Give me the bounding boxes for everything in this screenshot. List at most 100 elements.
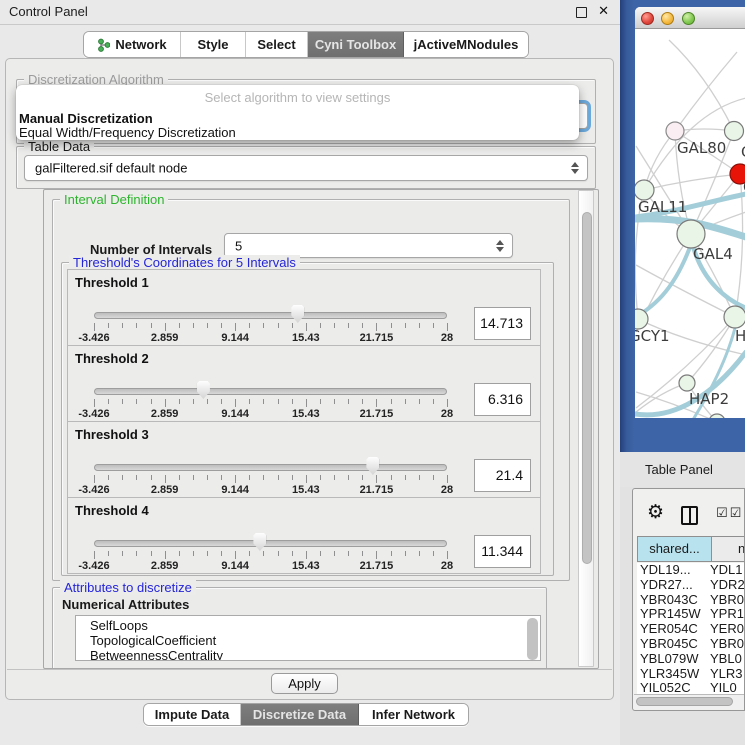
slider-track[interactable] <box>94 464 447 471</box>
attribute-list-item[interactable]: SelfLoops <box>76 618 540 633</box>
cell-name[interactable]: YLR3 <box>707 667 743 682</box>
split-columns-icon[interactable] <box>681 506 698 525</box>
cell-shared-name[interactable]: YBL079W <box>637 652 707 667</box>
tab-impute-data[interactable]: Impute Data <box>144 704 241 725</box>
slider-tick <box>405 323 406 328</box>
table-row[interactable]: YBR045CYBR0 <box>637 637 745 652</box>
apply-button[interactable]: Apply <box>271 673 338 694</box>
table-data-combobox[interactable]: galFiltered.sif default node <box>24 155 588 181</box>
cell-name[interactable]: YBL0 <box>707 652 742 667</box>
network-window-frame[interactable]: GAL80GCGAL11GAL4GCY1HHAP2 <box>620 0 745 452</box>
tab-infer-network[interactable]: Infer Network <box>359 704 468 725</box>
close-traffic-light-icon[interactable] <box>641 12 654 25</box>
settings-scroll-area: Interval Definition Number of Intervals … <box>43 189 599 669</box>
vertical-scrollbar[interactable] <box>578 190 594 667</box>
zoom-traffic-light-icon[interactable] <box>682 12 695 25</box>
threshold-panel-1: Threshold 1-3.4262.8599.14415.4321.71528… <box>67 269 541 346</box>
slider-track[interactable] <box>94 388 447 395</box>
slider-tick <box>447 323 448 331</box>
slider-track[interactable] <box>94 312 447 319</box>
table-row[interactable]: YPR145WYPR1 <box>637 607 745 622</box>
slider-thumb[interactable] <box>366 457 379 475</box>
tab-select[interactable]: Select <box>246 32 308 57</box>
dropdown-option-manual[interactable]: Manual Discretization <box>19 111 153 126</box>
network-icon <box>97 38 110 52</box>
slider-tick <box>447 399 448 407</box>
threshold-value-field[interactable]: 14.713 <box>474 307 531 340</box>
threshold-value-field[interactable]: 11.344 <box>474 535 531 568</box>
cell-shared-name[interactable]: YLR345W <box>637 667 707 682</box>
float-window-icon[interactable] <box>576 7 587 18</box>
slider-tick <box>165 323 166 331</box>
network-canvas[interactable]: GAL80GCGAL11GAL4GCY1HHAP2 <box>635 29 745 418</box>
attribute-list-item[interactable]: BetweennessCentrality <box>76 648 540 661</box>
slider-track[interactable] <box>94 540 447 547</box>
network-node[interactable] <box>666 122 684 140</box>
threshold-panel-4: Threshold 4-3.4262.8599.14415.4321.71528… <box>67 497 541 574</box>
network-node[interactable] <box>709 414 725 418</box>
cell-name[interactable]: YBR0 <box>707 637 744 652</box>
cell-shared-name[interactable]: YDL19... <box>637 563 707 578</box>
cell-name[interactable]: YPR1 <box>707 607 744 622</box>
minimize-traffic-light-icon[interactable] <box>661 12 674 25</box>
slider-tick <box>433 551 434 556</box>
cell-name[interactable]: YBR0 <box>707 593 744 608</box>
cell-name[interactable]: YER0 <box>707 622 744 637</box>
column-checkboxes[interactable]: ☑☑ <box>716 506 743 521</box>
slider-tick <box>263 475 264 480</box>
cell-name[interactable]: YDL1 <box>707 563 743 578</box>
slider-tick <box>207 399 208 404</box>
cell-shared-name[interactable]: YER054C <box>637 622 707 637</box>
column-header-shared[interactable]: shared... <box>637 536 712 562</box>
horizontal-scrollbar-thumb[interactable] <box>636 697 733 706</box>
network-node[interactable] <box>725 122 744 141</box>
threshold-value-field[interactable]: 21.4 <box>474 459 531 492</box>
slider-thumb[interactable] <box>197 381 210 399</box>
column-header-name[interactable]: name <box>712 536 745 562</box>
cell-shared-name[interactable]: YPR145W <box>637 607 707 622</box>
attributes-listbox[interactable]: SelfLoopsTopologicalCoefficientBetweenne… <box>75 615 541 661</box>
tab-jactivemnodules[interactable]: jActiveMNodules <box>404 32 528 57</box>
horizontal-scrollbar[interactable] <box>634 694 744 709</box>
network-node[interactable] <box>677 220 705 248</box>
close-icon[interactable]: ✕ <box>598 3 609 19</box>
slider-tick <box>249 323 250 328</box>
threshold-value-field[interactable]: 6.316 <box>474 383 531 416</box>
tab-cyni-toolbox[interactable]: Cyni Toolbox <box>308 32 404 57</box>
tab-style[interactable]: Style <box>181 32 246 57</box>
network-node[interactable] <box>679 375 695 391</box>
network-edge[interactable] <box>669 40 734 131</box>
tab-discretize-data[interactable]: Discretize Data <box>241 704 359 725</box>
slider-tick <box>447 475 448 483</box>
cell-shared-name[interactable]: YBR043C <box>637 593 707 608</box>
gear-icon[interactable]: ⚙ <box>647 503 664 522</box>
network-node[interactable] <box>635 180 654 200</box>
tab-label: Select <box>257 37 295 52</box>
table-row[interactable]: YDL19...YDL1 <box>637 563 745 578</box>
network-edge-thick[interactable] <box>635 247 690 320</box>
cell-shared-name[interactable]: YBR045C <box>637 637 707 652</box>
slider-thumb[interactable] <box>253 533 266 551</box>
attribute-list-item[interactable]: TopologicalCoefficient <box>76 633 540 648</box>
network-window-titlebar[interactable] <box>635 7 745 29</box>
slider-tick-label: 28 <box>441 484 453 496</box>
table-row[interactable]: YDR27...YDR2 <box>637 578 745 593</box>
threshold-label: Threshold 3 <box>75 427 149 442</box>
control-panel: Control Panel ✕ NetworkStyleSelectCyni T… <box>0 0 620 745</box>
table-row[interactable]: YER054CYER0 <box>637 622 745 637</box>
list-scrollbar-thumb[interactable] <box>527 618 538 660</box>
network-node[interactable] <box>724 306 745 328</box>
node-label-gal80: GAL80 <box>677 139 726 157</box>
table-row[interactable]: YBR043CYBR0 <box>637 593 745 608</box>
vertical-scrollbar-thumb[interactable] <box>582 212 592 564</box>
slider-thumb[interactable] <box>291 305 304 323</box>
slider-tick-label: 28 <box>441 560 453 572</box>
slider-tick <box>249 475 250 480</box>
table-row[interactable]: YBL079WYBL0 <box>637 652 745 667</box>
cell-name[interactable]: YDR2 <box>707 578 745 593</box>
dropdown-option-equal-width[interactable]: Equal Width/Frequency Discretization <box>19 125 236 140</box>
cell-shared-name[interactable]: YDR27... <box>637 578 707 593</box>
table-row[interactable]: YLR345WYLR3 <box>637 667 745 682</box>
tab-network[interactable]: Network <box>84 32 181 57</box>
threshold-label: Threshold 2 <box>75 351 149 366</box>
